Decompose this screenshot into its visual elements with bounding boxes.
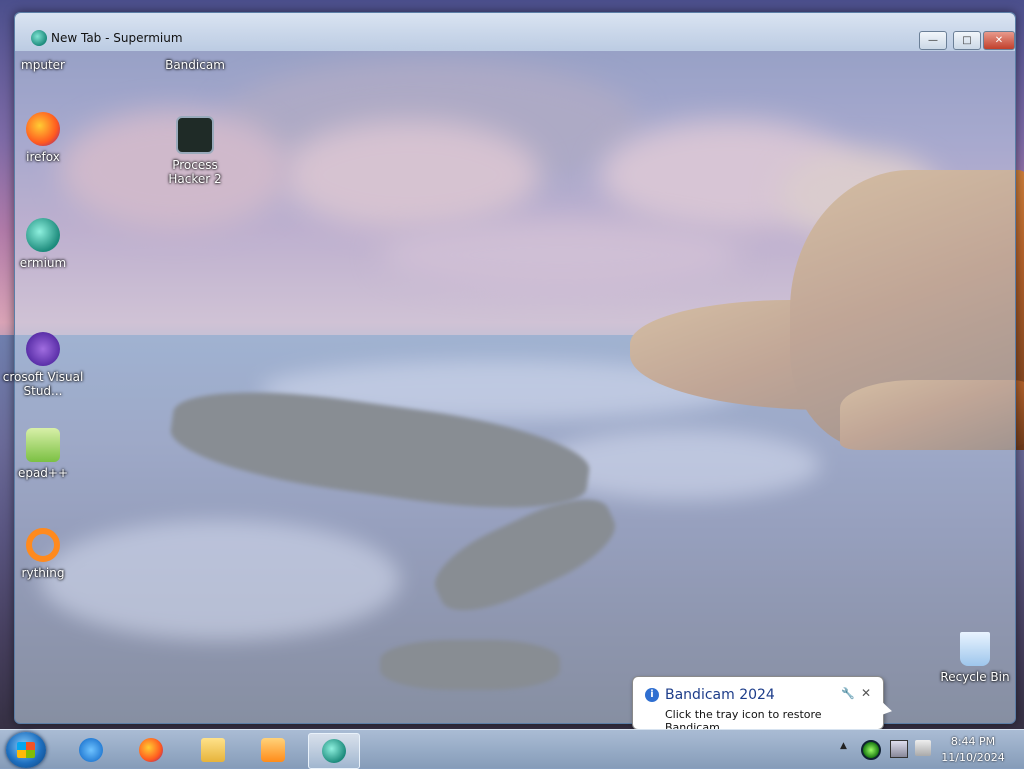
- tray-overflow-arrow[interactable]: ▲: [840, 741, 847, 751]
- desktop-icon-recycle-bin[interactable]: Recycle Bin: [932, 632, 1018, 684]
- info-icon: i: [645, 688, 659, 702]
- window-titlebar[interactable]: New Tab - Supermium — □ ✕: [15, 13, 1015, 51]
- icon-label: rything: [21, 566, 65, 580]
- recycle-bin-icon: [960, 632, 990, 666]
- icon-label: Bandicam: [165, 58, 225, 72]
- desktop-icon-computer[interactable]: mputer: [0, 58, 86, 72]
- close-button[interactable]: ✕: [983, 31, 1015, 50]
- taskbar-internet-explorer[interactable]: [66, 733, 116, 767]
- close-icon[interactable]: ✕: [861, 686, 871, 700]
- icon-label: irefox: [26, 150, 60, 164]
- icon-label: crosoft Visual Stud...: [2, 370, 84, 398]
- clock-date: 11/10/2024: [941, 751, 1005, 764]
- icon-label: Recycle Bin: [940, 670, 1010, 684]
- notification-title: Bandicam 2024: [665, 687, 775, 703]
- start-button[interactable]: [6, 732, 46, 768]
- clock-time: 8:44 PM: [950, 735, 996, 748]
- folder-icon: [201, 738, 225, 762]
- tray-clock[interactable]: 8:44 PM 11/10/2024: [940, 734, 1006, 766]
- volume-muted-icon[interactable]: [915, 740, 931, 756]
- everything-icon: [26, 528, 60, 562]
- desktop-icon-bandicam[interactable]: Bandicam: [152, 58, 238, 72]
- desktop-icon-visual-studio[interactable]: crosoft Visual Stud...: [0, 332, 86, 398]
- maximize-button[interactable]: □: [953, 31, 981, 50]
- desktop-icon-everything[interactable]: rything: [0, 528, 86, 580]
- firefox-icon: [26, 112, 60, 146]
- supermium-icon: [322, 739, 346, 763]
- icon-label: mputer: [21, 58, 65, 72]
- icon-label: ermium: [19, 256, 67, 270]
- network-icon[interactable]: [890, 740, 908, 758]
- process-hacker-icon: [176, 116, 214, 154]
- internet-explorer-icon: [79, 738, 103, 762]
- supermium-icon: [31, 30, 47, 46]
- firefox-icon: [139, 738, 163, 762]
- desktop-icon-firefox[interactable]: irefox: [0, 112, 86, 164]
- desktop-icon-process-hacker[interactable]: Process Hacker 2: [152, 116, 238, 186]
- icon-label: Process Hacker 2: [168, 158, 222, 186]
- window-title: New Tab - Supermium: [51, 31, 183, 45]
- bandicam-tray-icon[interactable]: [861, 740, 881, 760]
- icon-label: epad++: [17, 466, 69, 480]
- wrench-icon[interactable]: 🔧: [841, 687, 855, 700]
- visual-studio-icon: [26, 332, 60, 366]
- taskbar-firefox[interactable]: [126, 733, 176, 767]
- supermium-icon: [26, 218, 60, 252]
- taskbar-file-explorer[interactable]: [188, 733, 238, 767]
- notepadpp-icon: [26, 428, 60, 462]
- minimize-button[interactable]: —: [919, 31, 947, 50]
- desktop-icon-notepadpp[interactable]: epad++: [0, 428, 86, 480]
- notification-balloon[interactable]: i Bandicam 2024 Click the tray icon to r…: [632, 676, 884, 734]
- windows-logo-icon: [17, 742, 35, 758]
- taskbar-supermium[interactable]: [308, 733, 360, 769]
- media-player-icon: [261, 738, 285, 762]
- desktop-icon-supermium[interactable]: ermium: [0, 218, 86, 270]
- taskbar-media-player[interactable]: [248, 733, 298, 767]
